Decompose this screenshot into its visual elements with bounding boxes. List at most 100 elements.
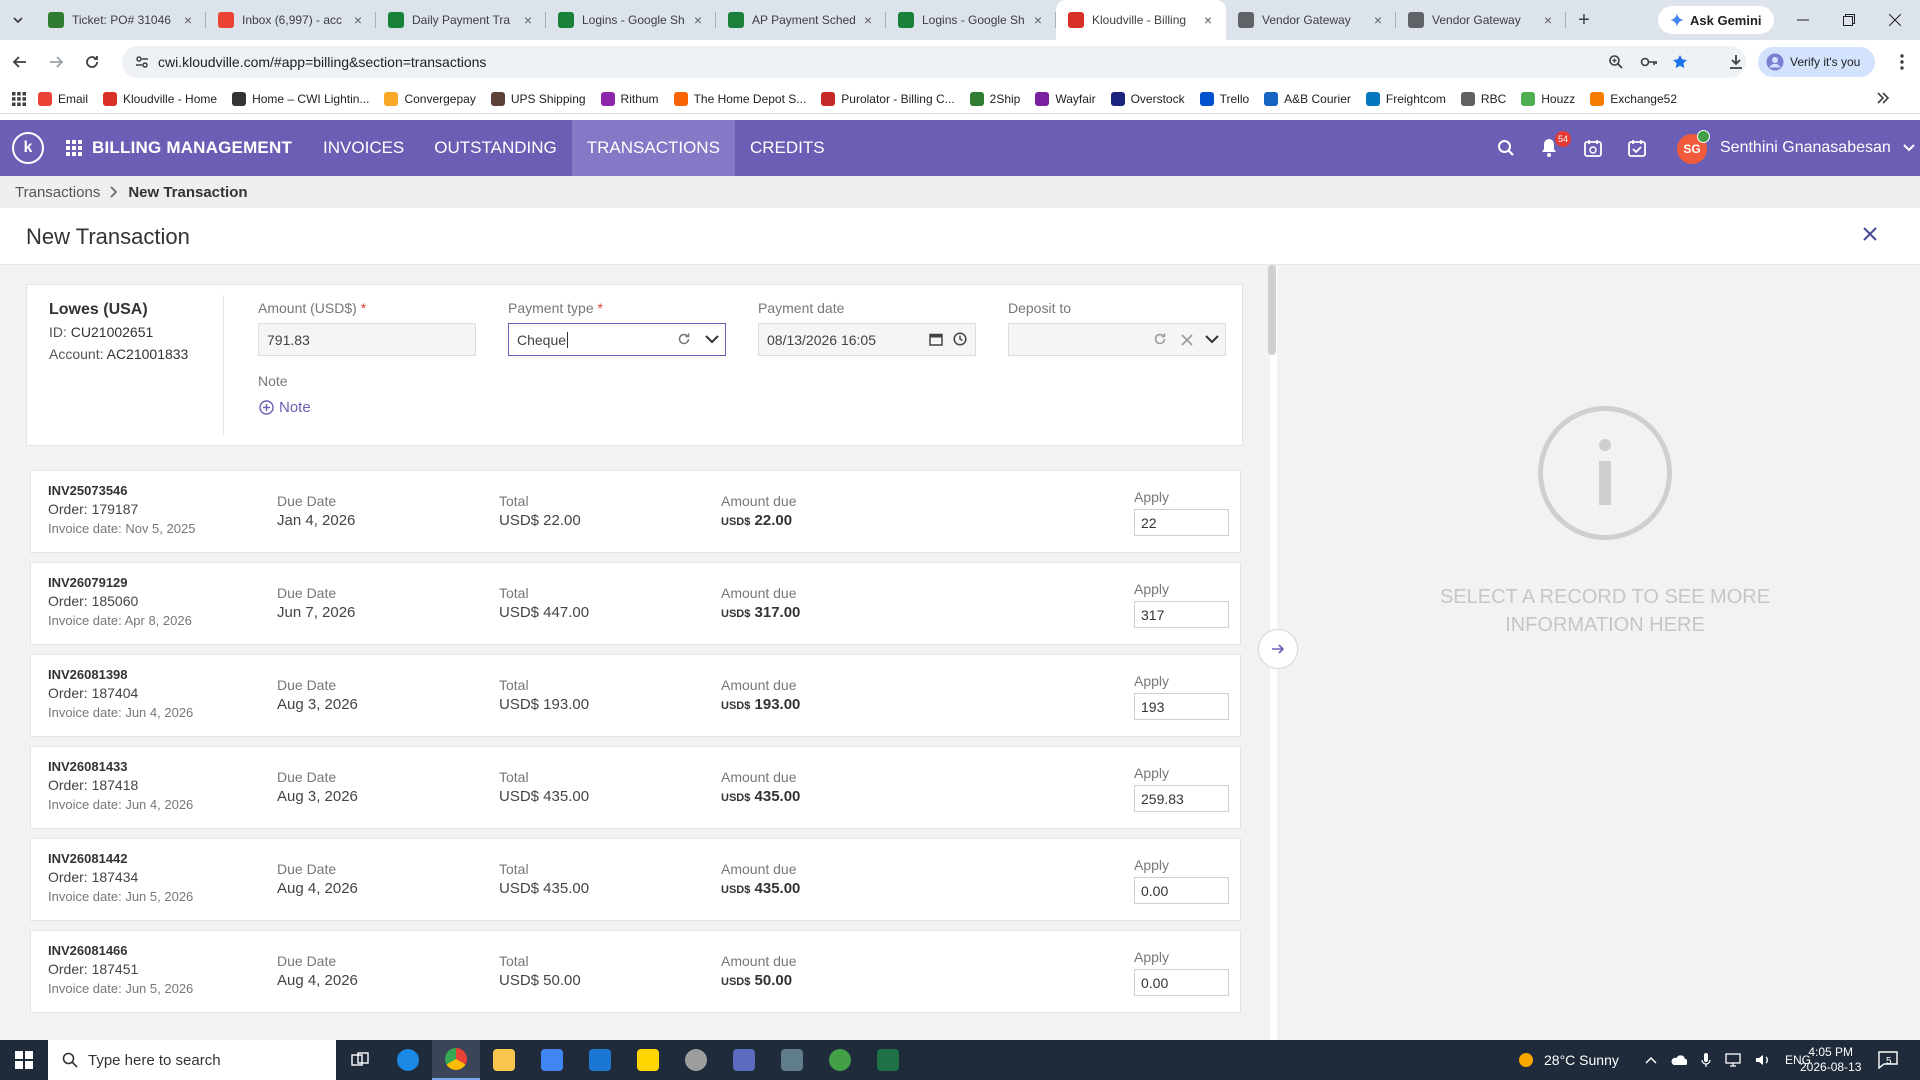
browser-tab[interactable]: Ticket: PO# 31046 × xyxy=(36,0,206,40)
browser-tab[interactable]: Inbox (6,997) - acc × xyxy=(206,0,376,40)
close-tab-icon[interactable]: × xyxy=(520,12,536,28)
onedrive-icon[interactable] xyxy=(1671,1054,1687,1066)
bookmark-item[interactable]: Home – CWI Lightin... xyxy=(232,91,369,106)
bookmark-item[interactable]: UPS Shipping xyxy=(490,91,586,106)
excel-icon[interactable] xyxy=(864,1040,912,1080)
bookmark-item[interactable]: Kloudville - Home xyxy=(103,91,217,106)
bookmark-item[interactable]: Purolator - Billing C... xyxy=(821,91,955,106)
browser-tab[interactable]: Logins - Google Sh × xyxy=(546,0,716,40)
invoice-row[interactable]: INV26081442 Order: 187434 Invoice date: Ju… xyxy=(30,838,1241,921)
edge-icon[interactable] xyxy=(384,1040,432,1080)
form-scrollbar[interactable] xyxy=(1268,265,1276,355)
close-tab-icon[interactable]: × xyxy=(1370,12,1386,28)
nav-outstanding[interactable]: OUTSTANDING xyxy=(419,120,571,176)
clock-icon[interactable] xyxy=(953,332,967,346)
chevron-down-icon[interactable] xyxy=(1205,334,1219,344)
nav-transactions[interactable]: TRANSACTIONS xyxy=(571,120,735,176)
refresh-icon[interactable] xyxy=(677,332,691,346)
tab-search-icon[interactable] xyxy=(0,0,36,40)
amount-input[interactable]: 791.83 xyxy=(258,323,476,356)
network-icon[interactable] xyxy=(1725,1053,1741,1067)
bookmark-item[interactable]: Exchange52 xyxy=(1590,91,1677,106)
apply-amount-input[interactable]: 317 xyxy=(1134,601,1229,628)
ask-gemini-button[interactable]: Ask Gemini xyxy=(1658,6,1774,34)
bookmark-item[interactable]: Convergepay xyxy=(384,91,476,106)
app-launcher[interactable]: BILLING MANAGEMENT xyxy=(66,138,292,158)
bookmark-item[interactable]: Houzz xyxy=(1521,91,1575,106)
bookmark-item[interactable]: A&B Courier xyxy=(1264,91,1351,106)
apps-grid-icon[interactable] xyxy=(0,91,38,106)
bookmark-star-icon[interactable] xyxy=(1672,54,1688,70)
browser-tab[interactable]: Daily Payment Tra × xyxy=(376,0,546,40)
downloads-button[interactable] xyxy=(1720,46,1752,78)
user-menu[interactable]: Senthini Gnanasabesan xyxy=(1720,139,1915,157)
bookmark-item[interactable]: Overstock xyxy=(1110,91,1185,106)
payment-date-input[interactable]: 08/13/2026 16:05 xyxy=(758,323,976,356)
apply-amount-input[interactable]: 22 xyxy=(1134,509,1229,536)
browser-tab[interactable]: Vendor Gateway × xyxy=(1396,0,1566,40)
file-explorer-icon[interactable] xyxy=(480,1040,528,1080)
chevron-down-icon[interactable] xyxy=(705,334,719,344)
tasks-checklist-icon[interactable] xyxy=(1625,136,1649,160)
weather-widget[interactable]: 28°C Sunny xyxy=(1516,1040,1619,1080)
url-field[interactable]: cwi.kloudville.com/#app=billing&section=… xyxy=(122,46,1746,78)
invoice-row[interactable]: INV26081433 Order: 187418 Invoice date: Ju… xyxy=(30,746,1241,829)
new-tab-button[interactable]: + xyxy=(1566,0,1602,40)
task-view-icon[interactable] xyxy=(336,1040,384,1080)
close-tab-icon[interactable]: × xyxy=(1540,12,1556,28)
microphone-icon[interactable] xyxy=(1701,1052,1711,1068)
reload-button[interactable] xyxy=(76,46,108,78)
clock[interactable]: 4:05 PM 2026-08-13 xyxy=(1800,1040,1861,1080)
windows-start-icon[interactable] xyxy=(0,1040,48,1080)
tray-overflow-icon[interactable] xyxy=(1645,1056,1657,1064)
chrome-menu-button[interactable] xyxy=(1886,46,1918,78)
kloudville-logo[interactable]: k xyxy=(12,132,44,164)
apply-amount-input[interactable]: 0.00 xyxy=(1134,877,1229,904)
bookmark-item[interactable]: Email xyxy=(38,91,88,106)
close-tab-icon[interactable]: × xyxy=(1200,12,1216,28)
zoom-icon[interactable] xyxy=(1608,54,1624,70)
site-info-icon[interactable] xyxy=(134,54,150,70)
clear-icon[interactable] xyxy=(1181,334,1193,346)
bookmark-item[interactable]: Trello xyxy=(1199,91,1249,106)
chat-icon[interactable] xyxy=(816,1040,864,1080)
browser-tab[interactable]: Vendor Gateway × xyxy=(1226,0,1396,40)
expand-panel-arrow-icon[interactable] xyxy=(1258,629,1298,669)
calendar-icon[interactable] xyxy=(929,332,943,346)
minimize-button[interactable] xyxy=(1780,0,1826,40)
invoice-row[interactable]: INV26081398 Order: 187404 Invoice date: Ju… xyxy=(30,654,1241,737)
invoice-row[interactable]: INV26081466 Order: 187451 Invoice date: Ju… xyxy=(30,930,1241,1013)
more-bookmarks-icon[interactable] xyxy=(1876,91,1890,105)
refresh-icon[interactable] xyxy=(1153,332,1167,346)
bookmark-item[interactable]: Freightcom xyxy=(1365,91,1446,106)
snipping-tool-icon[interactable] xyxy=(672,1040,720,1080)
apply-amount-input[interactable]: 0.00 xyxy=(1134,969,1229,996)
close-tab-icon[interactable]: × xyxy=(180,12,196,28)
back-button[interactable] xyxy=(4,46,36,78)
invoice-row[interactable]: INV25073546 Order: 179187 Invoice date: No… xyxy=(30,470,1241,553)
verify-identity-chip[interactable]: Verify it's you xyxy=(1758,47,1875,77)
chrome-icon[interactable] xyxy=(432,1040,480,1080)
browser-tab[interactable]: Kloudville - Billing × xyxy=(1056,0,1226,40)
bookmark-item[interactable]: RBC xyxy=(1460,91,1506,106)
taskbar-search-input[interactable]: Type here to search xyxy=(48,1040,336,1080)
action-center-icon[interactable]: 5 xyxy=(1878,1040,1898,1080)
volume-icon[interactable] xyxy=(1755,1053,1771,1067)
close-tab-icon[interactable]: × xyxy=(690,12,706,28)
deposit-to-select[interactable] xyxy=(1008,323,1226,356)
mail-icon[interactable] xyxy=(576,1040,624,1080)
password-key-icon[interactable] xyxy=(1640,54,1658,70)
calculator-icon[interactable] xyxy=(768,1040,816,1080)
invoice-row[interactable]: INV26079129 Order: 185060 Invoice date: Ap… xyxy=(30,562,1241,645)
close-window-button[interactable] xyxy=(1872,0,1918,40)
bookmark-item[interactable]: The Home Depot S... xyxy=(673,91,806,106)
teams-icon[interactable] xyxy=(720,1040,768,1080)
close-tab-icon[interactable]: × xyxy=(1030,12,1046,28)
apply-amount-input[interactable]: 259.83 xyxy=(1134,785,1229,812)
breadcrumb-transactions[interactable]: Transactions xyxy=(15,184,100,201)
sticky-notes-icon[interactable] xyxy=(624,1040,672,1080)
bookmark-item[interactable]: 2Ship xyxy=(969,91,1020,106)
payment-type-select[interactable]: Cheque xyxy=(508,323,726,356)
store-icon[interactable] xyxy=(528,1040,576,1080)
forward-button[interactable] xyxy=(40,46,72,78)
